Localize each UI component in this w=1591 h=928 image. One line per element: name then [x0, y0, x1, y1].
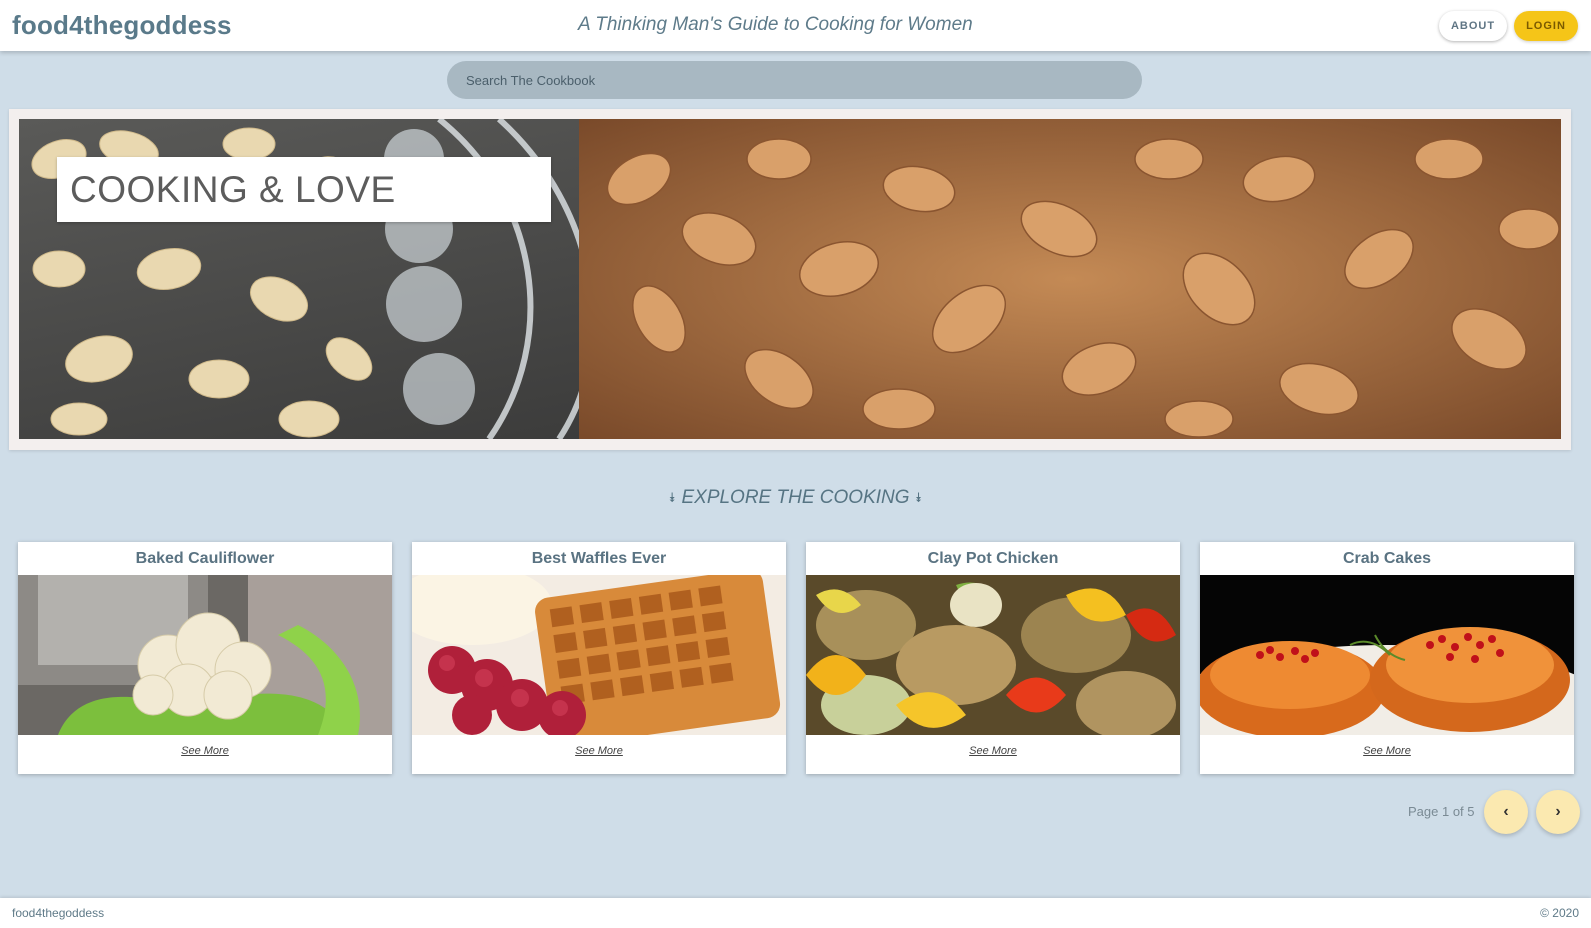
footer: food4thegoddess © 2020: [0, 898, 1591, 928]
see-more-link[interactable]: See More: [412, 745, 786, 757]
see-more-link[interactable]: See More: [1200, 745, 1574, 757]
recipe-card[interactable]: Baked Cauliflower See More: [18, 542, 392, 774]
chevron-right-icon: ›: [1555, 803, 1561, 820]
page: food4thegoddess A Thinking Man's Guide t…: [0, 0, 1591, 928]
explore-heading-text: EXPLORE THE COOKING: [681, 487, 910, 508]
page-indicator: Page 1 of 5: [1408, 804, 1475, 819]
chevron-down-icon: ⯯: [668, 490, 677, 505]
recipe-card[interactable]: Clay Pot Chicken See More: [806, 542, 1180, 774]
footer-brand: food4thegoddess: [12, 906, 105, 920]
top-app-bar: food4thegoddess A Thinking Man's Guide t…: [0, 0, 1591, 51]
previous-page-button[interactable]: ‹: [1484, 790, 1528, 834]
footer-copyright: © 2020: [1540, 906, 1579, 920]
explore-heading: ⯯ EXPLORE THE COOKING ⯯: [0, 487, 1591, 509]
recipe-card-title[interactable]: Baked Cauliflower: [18, 542, 392, 575]
recipe-image-chicken[interactable]: [806, 575, 1180, 735]
recipe-card[interactable]: Crab Cakes See More: [1200, 542, 1574, 774]
recipe-card[interactable]: Best Waffles Ever See More: [412, 542, 786, 774]
brand-logo[interactable]: food4thegoddess: [12, 10, 232, 41]
see-more-link[interactable]: See More: [806, 745, 1180, 757]
search-bar: [447, 61, 1142, 99]
chevron-left-icon: ‹: [1503, 803, 1509, 820]
next-page-button[interactable]: ›: [1536, 790, 1580, 834]
about-button[interactable]: ABOUT: [1439, 11, 1507, 41]
search-input[interactable]: [466, 72, 1142, 88]
hero-title: COOKING & LOVE: [70, 168, 396, 210]
recipe-image-cauliflower[interactable]: [18, 575, 392, 735]
hero-title-card: COOKING & LOVE: [57, 157, 551, 222]
see-more-link[interactable]: See More: [18, 745, 392, 757]
recipe-card-title[interactable]: Crab Cakes: [1200, 542, 1574, 575]
recipe-image-crab-cakes[interactable]: [1200, 575, 1574, 735]
recipe-card-title[interactable]: Clay Pot Chicken: [806, 542, 1180, 575]
site-tagline: A Thinking Man's Guide to Cooking for Wo…: [578, 14, 973, 35]
recipe-image-waffles[interactable]: [412, 575, 786, 735]
login-button[interactable]: LOGIN: [1514, 11, 1578, 41]
chevron-down-icon: ⯯: [914, 490, 923, 505]
recipe-card-title[interactable]: Best Waffles Ever: [412, 542, 786, 575]
hero-banner: COOKING & LOVE: [9, 109, 1571, 450]
